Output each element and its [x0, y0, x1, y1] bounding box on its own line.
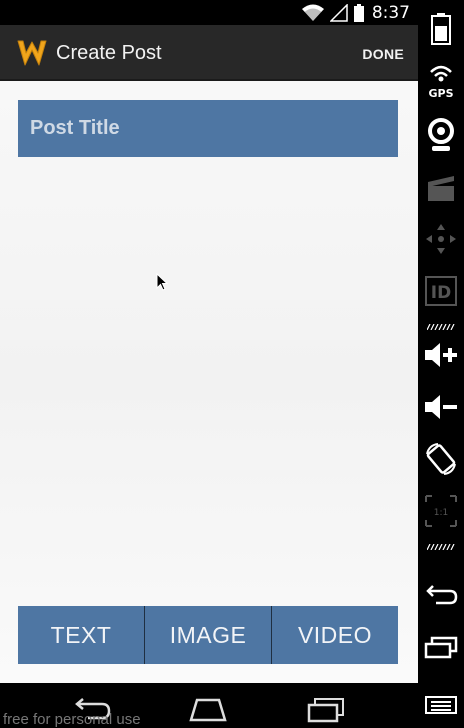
video-post-button[interactable]: VIDEO: [271, 606, 398, 664]
post-title-input[interactable]: [18, 100, 398, 157]
rotate-icon[interactable]: [418, 436, 464, 482]
watermark-text: free for personal use: [3, 711, 141, 728]
volume-down-icon[interactable]: [418, 384, 464, 430]
create-post-form: TEXT IMAGE VIDEO: [0, 81, 418, 683]
status-bar: 8:37: [0, 0, 418, 25]
mouse-cursor-icon: [156, 273, 168, 291]
menu-icon[interactable]: [418, 676, 464, 722]
id-label: ID: [431, 283, 451, 303]
separator-dots: [427, 324, 455, 330]
gps-icon[interactable]: GPS: [418, 58, 464, 104]
battery-icon: [353, 3, 364, 22]
separator-dots: [427, 544, 455, 550]
status-icons: 8:37: [301, 2, 410, 23]
action-bar: Create Post DONE: [0, 25, 418, 81]
image-post-button[interactable]: IMAGE: [144, 606, 271, 664]
done-button[interactable]: DONE: [362, 42, 404, 66]
recents-icon[interactable]: [305, 695, 345, 725]
text-post-button[interactable]: TEXT: [18, 606, 144, 664]
back-icon[interactable]: [418, 572, 464, 618]
post-type-tabs: TEXT IMAGE VIDEO: [18, 606, 398, 664]
scale-label: 1:1: [434, 508, 448, 518]
video-clapper-icon[interactable]: [418, 164, 464, 210]
signal-icon: [329, 3, 348, 22]
status-time: 8:37: [371, 2, 410, 23]
recents-icon[interactable]: [418, 624, 464, 670]
volume-up-icon[interactable]: [418, 332, 464, 378]
screen-title: Create Post: [56, 42, 162, 64]
dpad-icon[interactable]: [418, 216, 464, 262]
home-icon[interactable]: [188, 695, 228, 725]
emulator-side-panel: GPS ID 1:1: [418, 0, 464, 728]
battery-icon[interactable]: [418, 6, 464, 52]
scale-icon[interactable]: 1:1: [418, 488, 464, 534]
wifi-icon: [301, 4, 324, 21]
camera-icon[interactable]: [418, 112, 464, 158]
wimp-w-logo-icon[interactable]: [16, 39, 48, 67]
id-icon[interactable]: ID: [418, 268, 464, 314]
gps-label: GPS: [428, 87, 453, 100]
phone-screen: 8:37 Create Post DONE TEXT IMAGE VIDEO: [0, 0, 418, 728]
